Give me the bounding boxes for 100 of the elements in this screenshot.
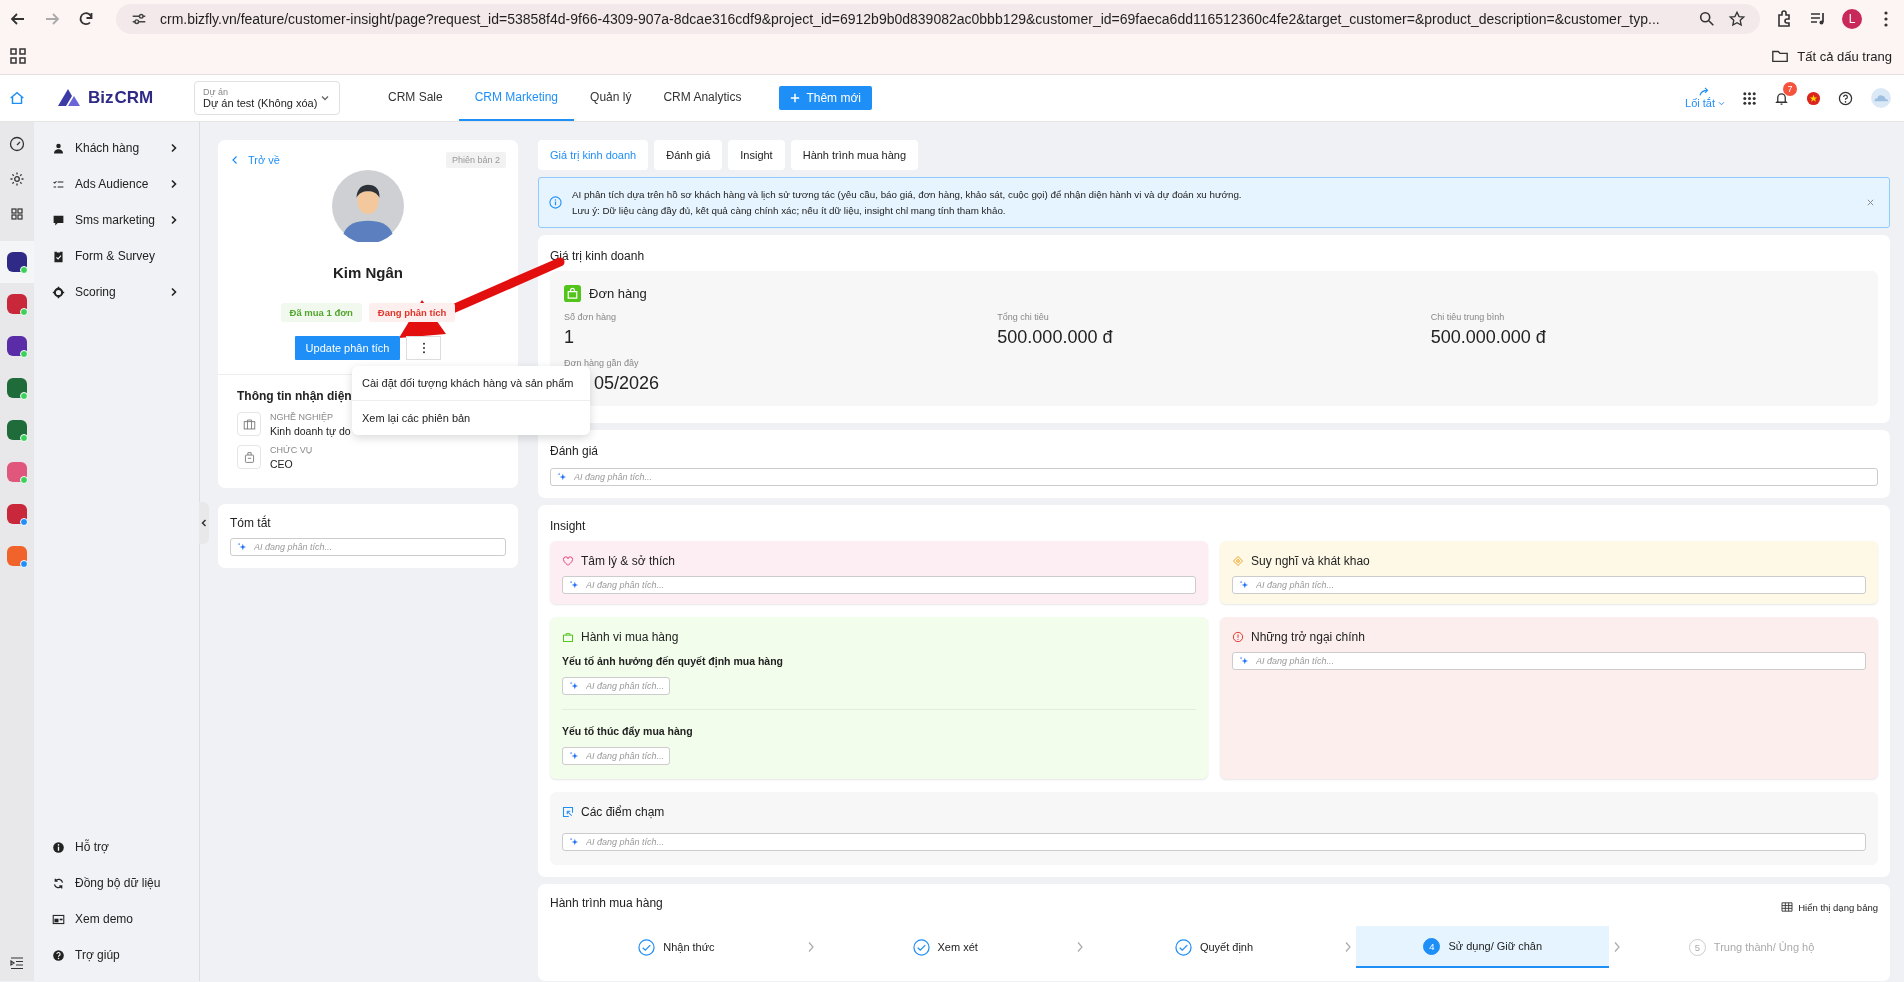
app-icon[interactable] bbox=[7, 294, 27, 314]
app-icon[interactable] bbox=[7, 420, 27, 440]
project-select[interactable]: Dự án Dự án test (Không xóa) bbox=[194, 81, 340, 115]
url-text: crm.bizfly.vn/feature/customer-insight/page?request_id=53858f4d-9f66-4309-907a-8dcae316cdf9&project_id=6912b9b0d839082ac0bbb129&customer_id=69faeca6dd116512360c4fe2&target_customer=&product_description=&customer_typ... bbox=[160, 11, 1661, 27]
section-tab[interactable]: Insight bbox=[728, 140, 785, 170]
stat-label: Tổng chi tiêu bbox=[997, 312, 1050, 322]
nav-tab[interactable]: CRM Analytics bbox=[647, 75, 758, 121]
logo-text: Biz bbox=[88, 88, 114, 108]
journey-step[interactable]: Quyết định bbox=[1087, 927, 1341, 967]
check-circle-icon bbox=[1174, 938, 1192, 956]
version-label: Phiên bản 2 bbox=[445, 152, 506, 168]
heart-icon bbox=[562, 555, 574, 567]
journey-step[interactable]: Xem xét bbox=[818, 927, 1072, 967]
sidebar-item[interactable]: Hỗ trợ bbox=[75, 840, 179, 854]
gear-icon[interactable] bbox=[9, 171, 25, 187]
field-value: CEO bbox=[270, 458, 294, 470]
section-title: Hành trình mua hàng bbox=[550, 896, 663, 910]
card-title: Suy nghĩ và khát khao bbox=[1251, 554, 1370, 568]
app-slot[interactable] bbox=[0, 241, 34, 283]
check-circle-icon bbox=[638, 938, 656, 956]
close-icon[interactable] bbox=[1866, 198, 1875, 207]
sidebar-item[interactable]: Đồng bộ dữ liệu bbox=[75, 876, 179, 890]
analysis-field[interactable]: AI đang phân tích... bbox=[550, 468, 1878, 486]
profile-avatar[interactable]: L bbox=[1842, 9, 1862, 29]
section-tab[interactable]: Hành trình mua hàng bbox=[790, 140, 919, 170]
table-view-toggle[interactable]: Hiển thị dạng bảng bbox=[1781, 901, 1878, 913]
bell-icon[interactable] bbox=[1774, 90, 1789, 106]
gauge-icon[interactable] bbox=[9, 136, 25, 152]
demo-icon bbox=[52, 912, 65, 926]
subsection-title: Yếu tố ảnh hưởng đến quyết định mua hàng bbox=[562, 655, 784, 667]
shopping-bag-icon bbox=[564, 285, 581, 302]
journey-step[interactable]: Nhận thức bbox=[550, 927, 803, 967]
app-icon[interactable] bbox=[7, 336, 27, 356]
chevron-right-icon bbox=[806, 941, 815, 953]
sidebar-item[interactable]: Trợ giúp bbox=[75, 948, 179, 962]
stat-label: Số đơn hàng bbox=[564, 312, 617, 322]
analysis-field[interactable]: AI đang phân tích... bbox=[230, 538, 506, 556]
analysis-field[interactable]: AI đang phân tích... bbox=[562, 677, 670, 695]
section-title: Tóm tắt bbox=[230, 516, 272, 530]
nav-tab[interactable]: Quản lý bbox=[574, 75, 648, 121]
help-icon bbox=[52, 948, 65, 962]
menu-item[interactable]: Cài đặt đối tượng khách hàng và sản phẩm bbox=[352, 366, 590, 401]
id-badge-icon bbox=[237, 445, 261, 469]
info-icon bbox=[52, 840, 65, 854]
card-title: Các điểm chạm bbox=[581, 805, 665, 819]
bookmarks-folder[interactable]: Tất cả dấu trang bbox=[1797, 48, 1892, 64]
notice-text: AI phân tích dựa trên hồ sơ khách hàng và lịch sử tương tác (yêu cầu, báo giá, đơn hàng, khảo sát, cuộc gọi) để nhận diện hành vi và dự đoán xu hướng. bbox=[572, 189, 1243, 200]
chevron-left-icon bbox=[230, 155, 240, 165]
chevron-right-icon bbox=[169, 143, 179, 153]
star-icon[interactable] bbox=[1728, 10, 1746, 28]
section-tab[interactable]: Đánh giá bbox=[654, 140, 723, 170]
app-icon[interactable] bbox=[7, 252, 27, 272]
target-icon bbox=[1232, 555, 1244, 567]
apps-icon[interactable] bbox=[8, 46, 28, 66]
home-icon[interactable] bbox=[8, 89, 26, 107]
analysis-field[interactable]: AI đang phân tích... bbox=[562, 576, 1196, 594]
analysis-field[interactable]: AI đang phân tích... bbox=[562, 833, 1866, 851]
plus-icon bbox=[790, 93, 801, 103]
app-icon[interactable] bbox=[7, 504, 27, 524]
stat-value: 500.000.000 đ bbox=[1430, 327, 1546, 348]
flag-icon[interactable] bbox=[1806, 90, 1821, 106]
journey-step[interactable]: 4 Sử dụng/ Giữ chân bbox=[1356, 926, 1610, 968]
nav-tab[interactable]: CRM Sale bbox=[372, 75, 459, 121]
card-title: Tâm lý & sở thích bbox=[581, 554, 675, 568]
analysis-field[interactable]: AI đang phân tích... bbox=[562, 747, 670, 765]
zoom-icon[interactable] bbox=[1698, 10, 1716, 28]
stat-label: Đơn hàng gần đây bbox=[564, 358, 640, 368]
person-icon bbox=[52, 141, 65, 155]
sidebar-item[interactable]: Xem demo bbox=[75, 912, 179, 926]
notification-badge: 7 bbox=[1783, 81, 1797, 96]
status-tag: Đã mua 1 đơn bbox=[280, 303, 362, 322]
sidebar-item[interactable]: Form & Survey bbox=[75, 249, 179, 263]
sidebar-item[interactable]: Scoring bbox=[75, 285, 159, 299]
stat-value: 05/2026 bbox=[594, 373, 660, 394]
customer-name: Kim Ngân bbox=[333, 264, 403, 281]
avatar bbox=[332, 170, 404, 242]
clipboard-icon bbox=[52, 249, 65, 263]
analysis-field[interactable]: AI đang phân tích... bbox=[1232, 576, 1866, 594]
app-icon[interactable] bbox=[7, 378, 27, 398]
address-bar[interactable] bbox=[116, 4, 1760, 34]
subsection-title: Yếu tố thúc đẩy mua hàng bbox=[562, 725, 694, 737]
collapse-handle[interactable] bbox=[199, 502, 209, 544]
grid-icon[interactable] bbox=[9, 206, 25, 222]
notice-text: Lưu ý: Dữ liệu càng đầy đủ, kết quả càng chính xác; nếu ít dữ liệu, insight chỉ mang tính tham khảo. bbox=[572, 205, 1007, 216]
sidebar-item[interactable]: Khách hàng bbox=[75, 141, 159, 155]
chevron-right-icon bbox=[169, 287, 179, 297]
sidebar-item[interactable]: Sms marketing bbox=[75, 213, 159, 227]
back-link[interactable]: Trở về bbox=[230, 154, 280, 166]
field-label: CHỨC VỤ bbox=[270, 445, 313, 455]
card-title: Hành vi mua hàng bbox=[581, 630, 679, 644]
menu-item[interactable]: Xem lại các phiên bản bbox=[352, 401, 590, 435]
collapse-menu-icon[interactable] bbox=[9, 955, 25, 971]
chevron-right-icon bbox=[1613, 941, 1622, 953]
help-icon[interactable] bbox=[1838, 90, 1853, 106]
briefcase-icon bbox=[237, 412, 261, 436]
apps-grid-icon[interactable] bbox=[1742, 90, 1757, 106]
table-icon bbox=[1781, 902, 1794, 912]
sidebar-item[interactable]: Ads Audience bbox=[75, 177, 159, 191]
chevron-right-icon bbox=[169, 215, 179, 225]
analysis-field[interactable]: AI đang phân tích... bbox=[1232, 652, 1866, 670]
